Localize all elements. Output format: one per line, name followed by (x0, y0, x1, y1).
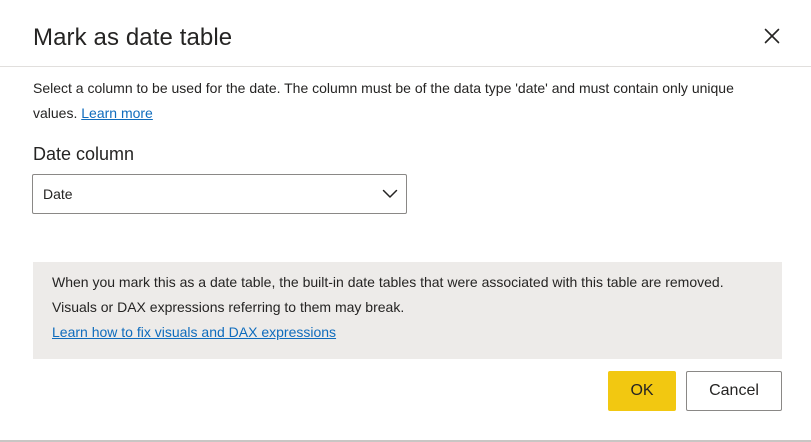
chevron-down-icon (382, 189, 398, 198)
ok-button[interactable]: OK (608, 371, 676, 411)
warning-message-box: When you mark this as a date table, the … (33, 262, 782, 359)
dialog-description: Select a column to be used for the date.… (33, 76, 773, 125)
header-divider (0, 66, 811, 67)
close-button[interactable] (760, 24, 784, 48)
warning-text: When you mark this as a date table, the … (52, 274, 724, 315)
date-column-label: Date column (33, 144, 135, 164)
close-icon (764, 28, 780, 44)
mark-as-date-table-dialog: Mark as date table Select a column to be… (0, 0, 811, 442)
fix-visuals-dax-link[interactable]: Learn how to fix visuals and DAX express… (52, 322, 336, 342)
learn-more-link[interactable]: Learn more (81, 105, 153, 121)
date-column-selected-value: Date (43, 186, 73, 202)
dialog-title: Mark as date table (33, 24, 233, 51)
cancel-button[interactable]: Cancel (686, 371, 782, 411)
date-column-dropdown[interactable]: Date (32, 174, 407, 214)
